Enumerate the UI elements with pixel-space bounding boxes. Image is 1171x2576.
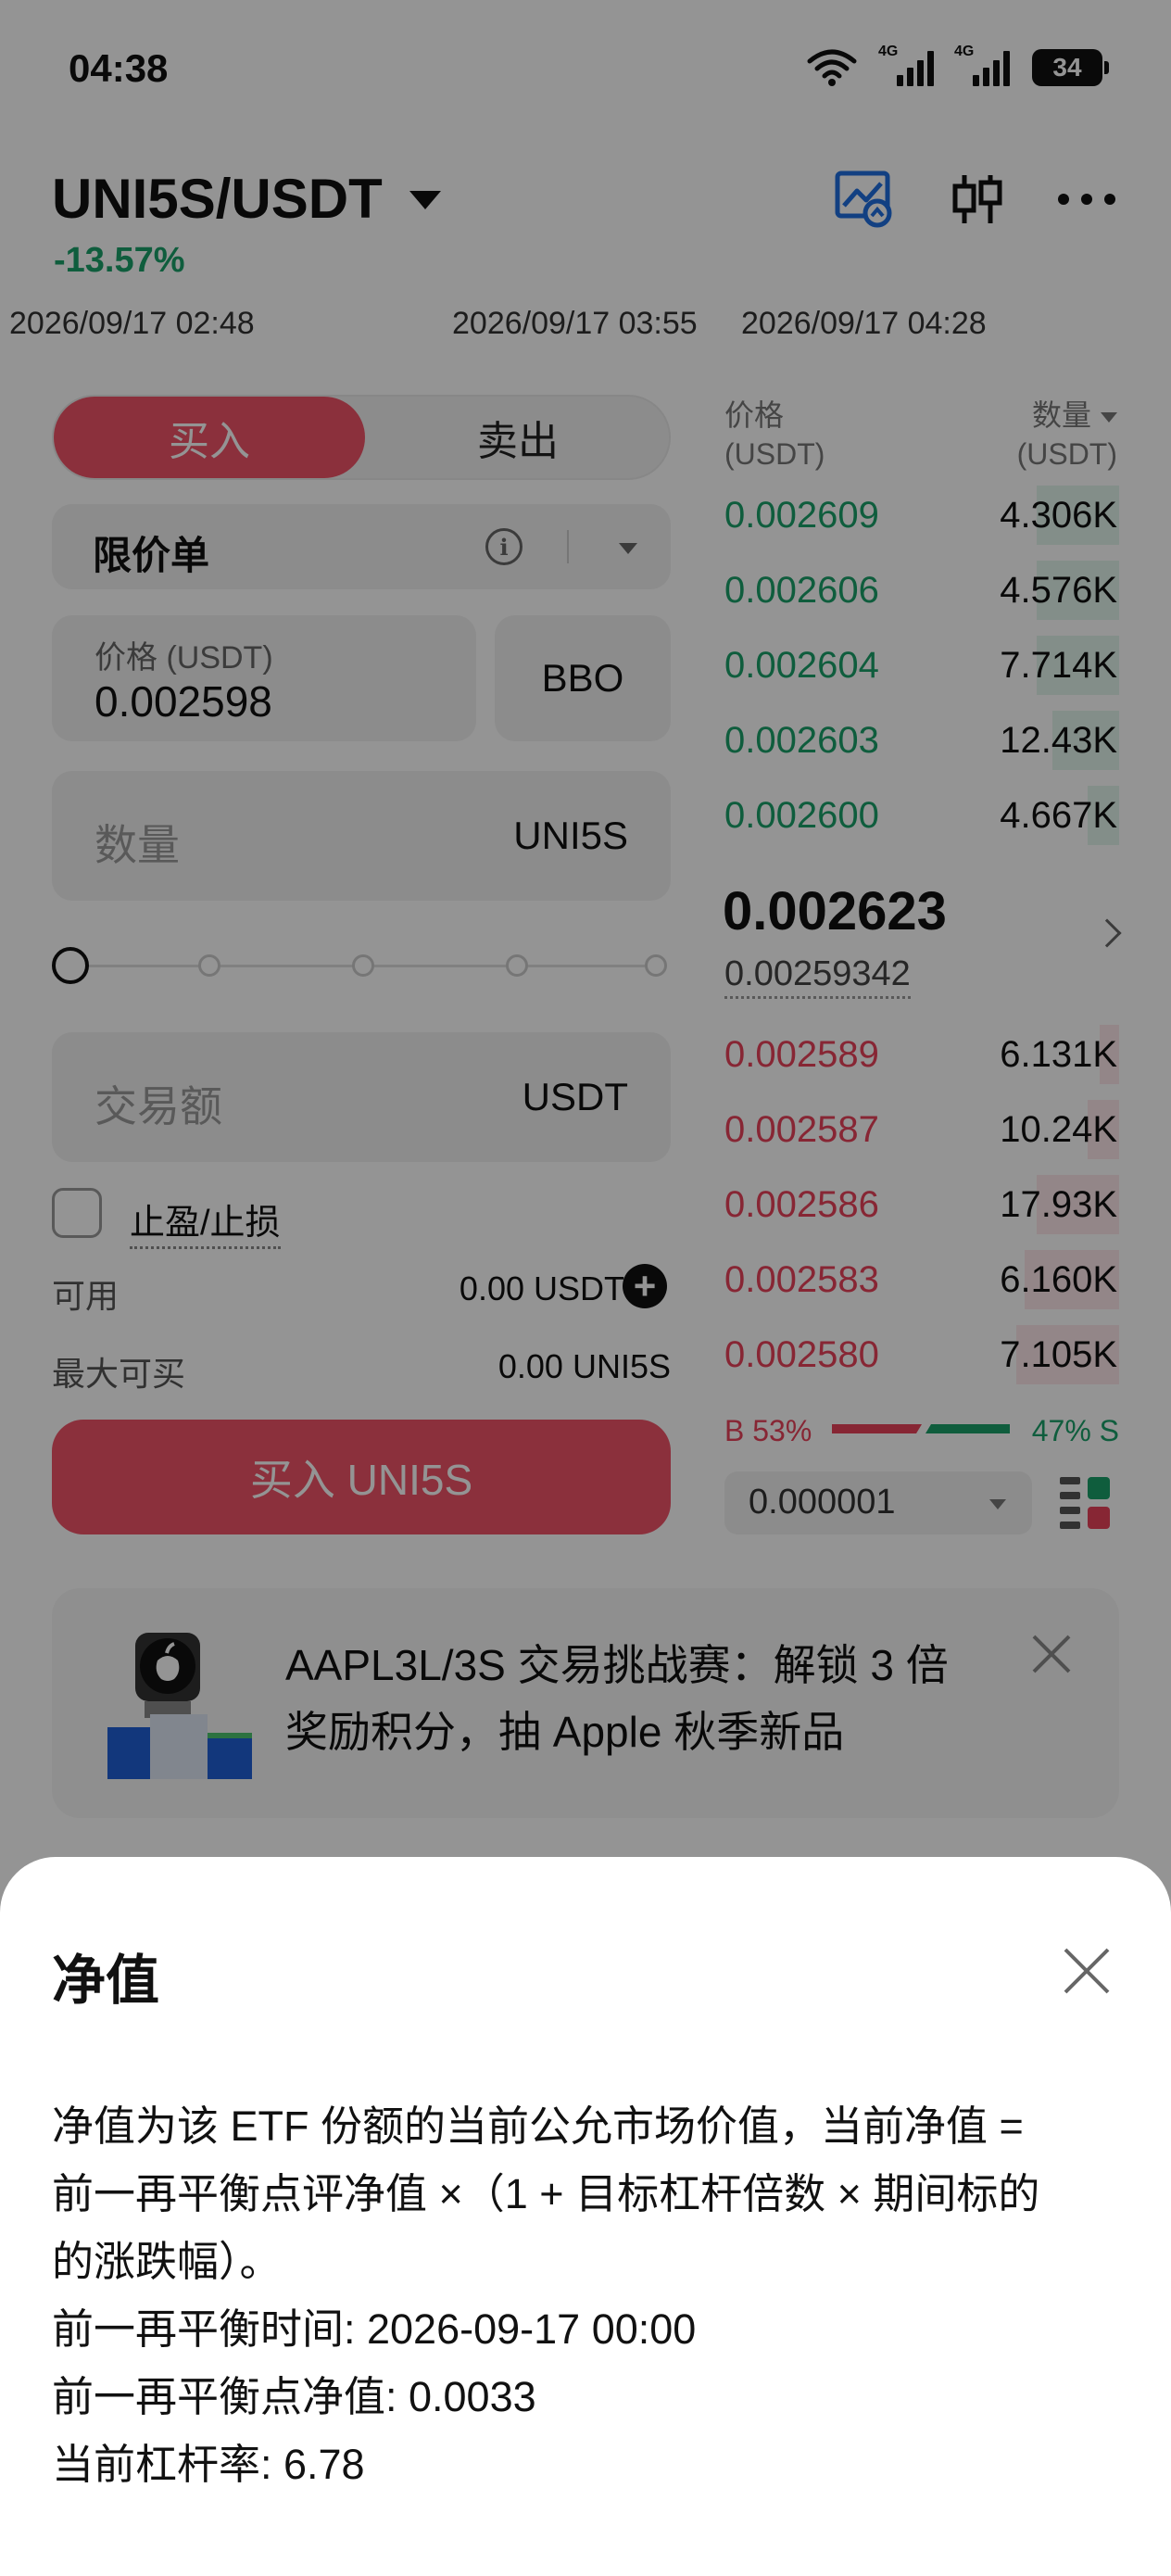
sheet-title: 净值 bbox=[52, 1951, 160, 2011]
close-icon[interactable] bbox=[1062, 1946, 1112, 1996]
sheet-line: 净值为该 ETF 份额的当前公允市场价值，当前净值 = bbox=[52, 2102, 1024, 2150]
sheet-line: 前一再平衡时间: 2026-09-17 00:00 bbox=[52, 2305, 697, 2353]
sheet-line: 前一再平衡点评净值 ×（1 + 目标杠杆倍数 × 期间标的 bbox=[52, 2170, 1040, 2217]
sheet-line: 前一再平衡点净值: 0.0033 bbox=[52, 2373, 536, 2420]
sheet-body: 净值为该 ETF 份额的当前公允市场价值，当前净值 = 前一再平衡点评净值 ×（… bbox=[52, 2092, 1119, 2498]
sheet-line: 当前杠杆率: 6.78 bbox=[52, 2441, 365, 2488]
sheet-line: 的涨跌幅）。 bbox=[52, 2238, 282, 2285]
nav-info-sheet: 净值 净值为该 ETF 份额的当前公允市场价值，当前净值 = 前一再平衡点评净值… bbox=[0, 1857, 1171, 2576]
